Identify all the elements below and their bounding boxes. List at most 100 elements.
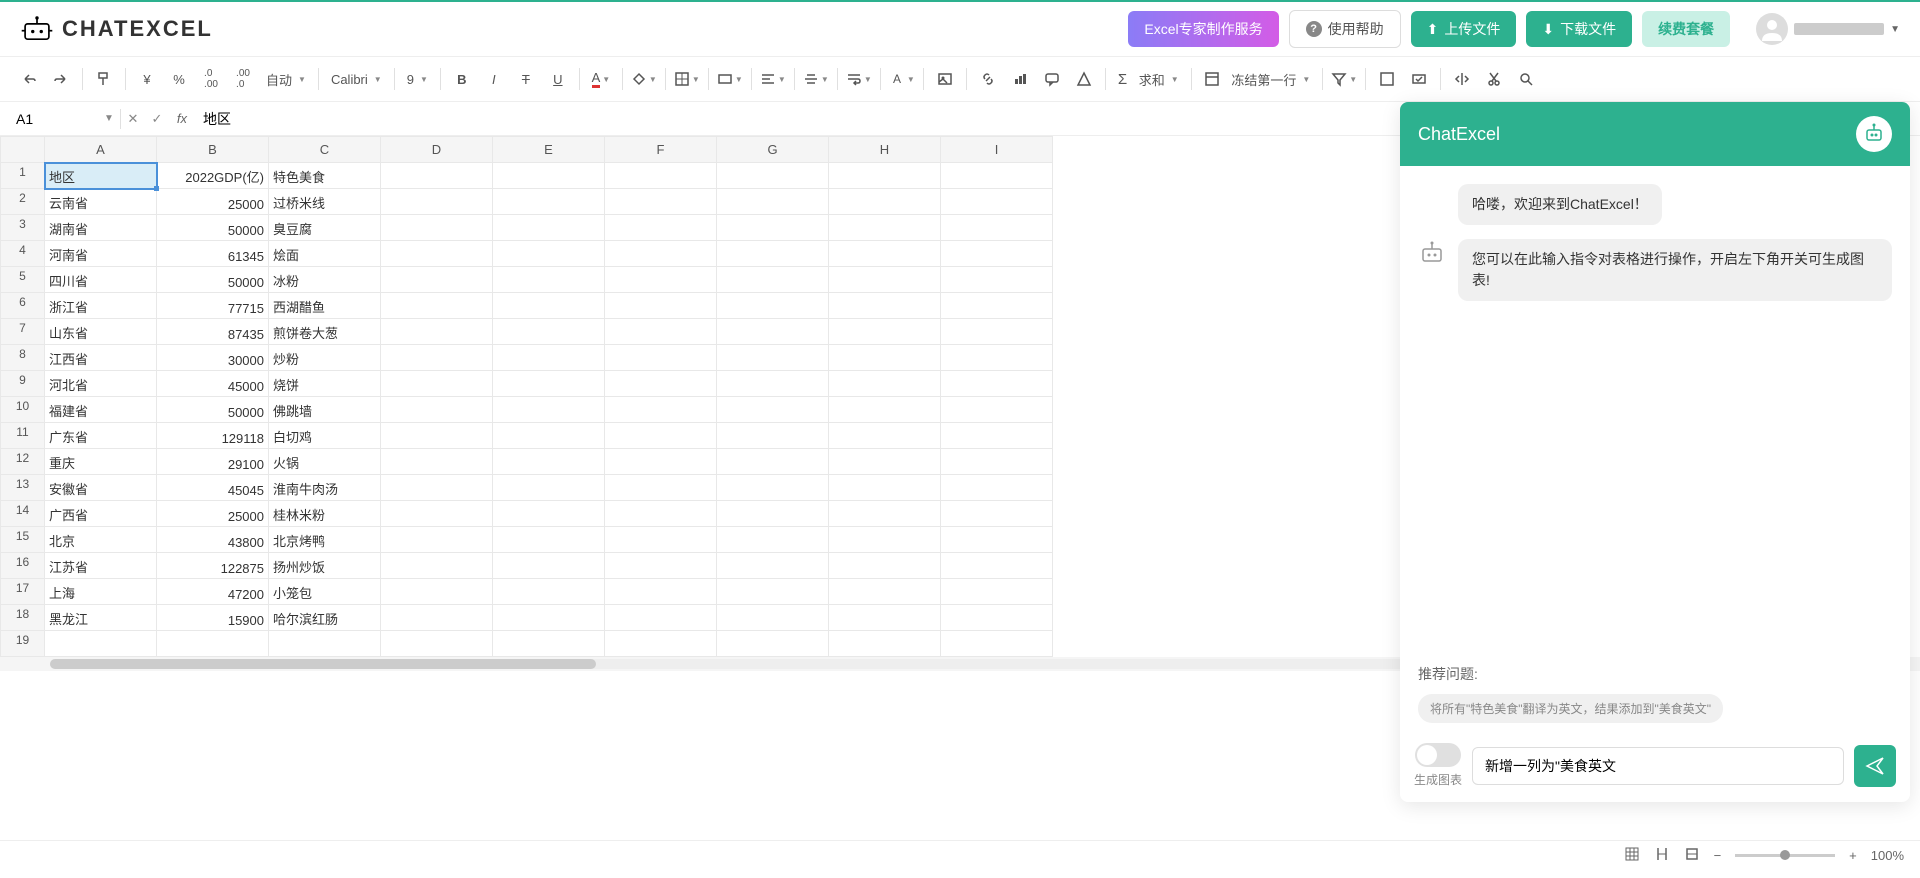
borders-button[interactable]: ▼ [672, 63, 702, 95]
data-validation-button[interactable] [1404, 63, 1434, 95]
cell[interactable]: 烧饼 [269, 371, 381, 397]
cell[interactable] [381, 241, 493, 267]
upload-button[interactable]: ⬆ 上传文件 [1411, 11, 1517, 47]
cell[interactable] [941, 371, 1053, 397]
cell[interactable] [829, 319, 941, 345]
conditional-format-button[interactable] [1372, 63, 1402, 95]
cell[interactable]: 50000 [157, 215, 269, 241]
cell[interactable] [829, 579, 941, 605]
cell[interactable] [381, 631, 493, 657]
cell[interactable] [829, 163, 941, 189]
column-header[interactable]: D [381, 137, 493, 163]
cell[interactable]: 广东省 [45, 423, 157, 449]
insert-shape-button[interactable] [1069, 63, 1099, 95]
cell[interactable]: 87435 [157, 319, 269, 345]
cell[interactable] [717, 345, 829, 371]
row-header[interactable]: 2 [1, 189, 45, 215]
cell[interactable]: 炒粉 [269, 345, 381, 371]
help-button[interactable]: ? 使用帮助 [1289, 10, 1401, 48]
fill-color-button[interactable]: ▼ [629, 63, 659, 95]
cell[interactable] [717, 449, 829, 475]
cell[interactable]: 河北省 [45, 371, 157, 397]
cell[interactable] [829, 189, 941, 215]
cell[interactable] [157, 631, 269, 657]
cell[interactable] [717, 267, 829, 293]
cell[interactable] [381, 579, 493, 605]
cell[interactable]: 火锅 [269, 449, 381, 475]
cell[interactable]: 冰粉 [269, 267, 381, 293]
cell[interactable] [493, 319, 605, 345]
cell[interactable] [941, 501, 1053, 527]
format-painter-button[interactable] [89, 63, 119, 95]
cell[interactable] [717, 553, 829, 579]
cell[interactable] [493, 527, 605, 553]
cell[interactable]: 25000 [157, 189, 269, 215]
wrap-text-button[interactable]: ▼ [844, 63, 874, 95]
cell[interactable] [605, 423, 717, 449]
cell[interactable] [605, 345, 717, 371]
cell[interactable] [717, 579, 829, 605]
bold-button[interactable]: B [447, 63, 477, 95]
cell[interactable] [829, 501, 941, 527]
cell[interactable]: 50000 [157, 267, 269, 293]
cell[interactable] [381, 527, 493, 553]
cell[interactable] [493, 631, 605, 657]
cell[interactable] [717, 631, 829, 657]
cell[interactable] [381, 189, 493, 215]
sum-function-select[interactable]: Σ 求和▼ [1112, 70, 1185, 89]
cell[interactable] [493, 215, 605, 241]
cell[interactable] [829, 631, 941, 657]
align-vertical-button[interactable]: ▼ [801, 63, 831, 95]
cell[interactable] [717, 397, 829, 423]
cell[interactable]: 云南省 [45, 189, 157, 215]
cell[interactable]: 烩面 [269, 241, 381, 267]
cell[interactable] [381, 215, 493, 241]
cell[interactable]: 臭豆腐 [269, 215, 381, 241]
cell[interactable] [605, 267, 717, 293]
split-button[interactable] [1447, 63, 1477, 95]
cell[interactable]: 煎饼卷大葱 [269, 319, 381, 345]
zoom-slider[interactable] [1735, 854, 1835, 857]
row-header[interactable]: 15 [1, 527, 45, 553]
row-header[interactable]: 9 [1, 371, 45, 397]
cell[interactable] [493, 553, 605, 579]
cell[interactable] [605, 449, 717, 475]
cell[interactable] [941, 319, 1053, 345]
row-header[interactable]: 18 [1, 605, 45, 631]
cell[interactable] [381, 501, 493, 527]
cell[interactable] [605, 163, 717, 189]
cell[interactable] [605, 241, 717, 267]
grid-view-icon[interactable] [1624, 846, 1640, 865]
row-header[interactable]: 11 [1, 423, 45, 449]
column-header[interactable]: B [157, 137, 269, 163]
cell[interactable] [717, 293, 829, 319]
chat-input[interactable] [1472, 747, 1844, 785]
redo-button[interactable] [46, 63, 76, 95]
cell[interactable] [381, 293, 493, 319]
cell[interactable] [829, 267, 941, 293]
cell[interactable] [829, 345, 941, 371]
cell[interactable]: 浙江省 [45, 293, 157, 319]
cell[interactable] [717, 371, 829, 397]
column-header[interactable]: E [493, 137, 605, 163]
cell[interactable] [829, 215, 941, 241]
merge-cells-button[interactable]: ▼ [715, 63, 745, 95]
row-header[interactable]: 10 [1, 397, 45, 423]
expert-service-button[interactable]: Excel专家制作服务 [1128, 11, 1278, 47]
cell[interactable] [605, 475, 717, 501]
cell[interactable]: 福建省 [45, 397, 157, 423]
cell[interactable]: 43800 [157, 527, 269, 553]
text-rotation-button[interactable]: A▼ [887, 63, 917, 95]
undo-button[interactable] [14, 63, 44, 95]
cell[interactable]: 25000 [157, 501, 269, 527]
row-header[interactable]: 12 [1, 449, 45, 475]
strikethrough-button[interactable]: T [511, 63, 541, 95]
cell[interactable] [717, 501, 829, 527]
cell[interactable] [493, 605, 605, 631]
send-button[interactable] [1854, 745, 1896, 787]
cell[interactable]: 122875 [157, 553, 269, 579]
cell[interactable]: 29100 [157, 449, 269, 475]
cell[interactable] [381, 319, 493, 345]
cell[interactable]: 特色美食 [269, 163, 381, 189]
cell[interactable] [605, 319, 717, 345]
